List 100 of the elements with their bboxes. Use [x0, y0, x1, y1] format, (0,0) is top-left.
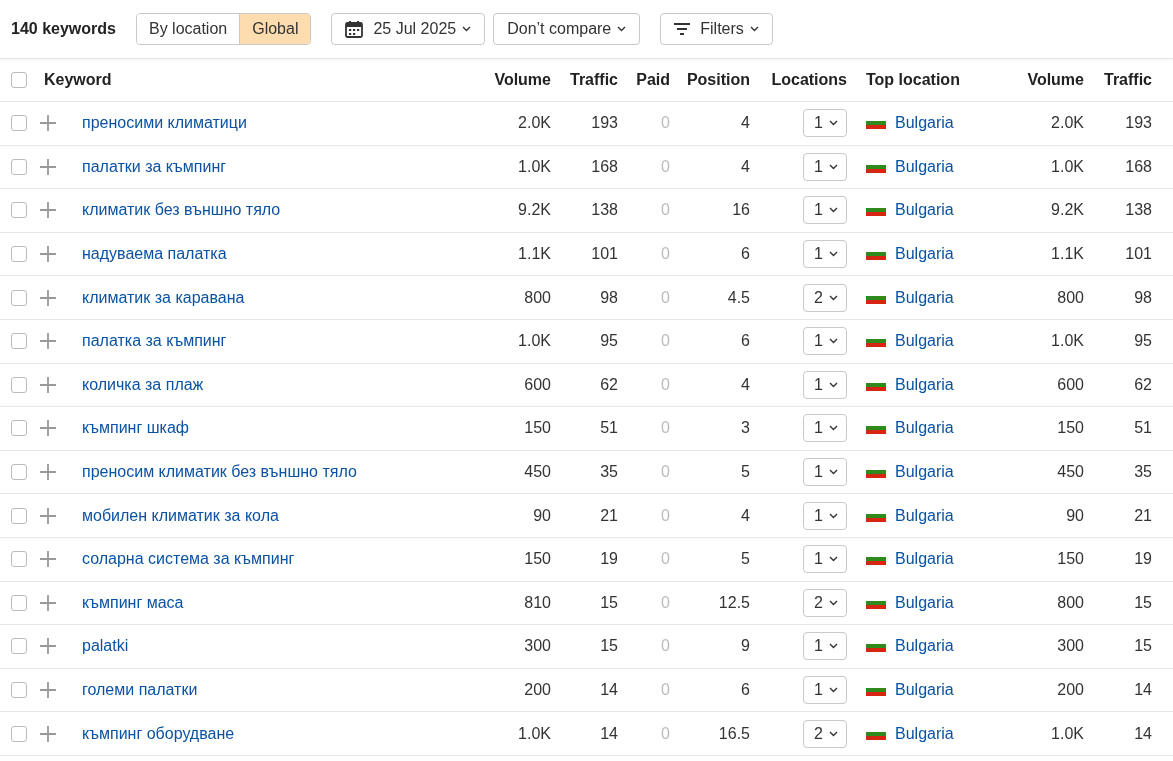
- table-cell-text: 14: [599, 681, 618, 699]
- date-picker[interactable]: 25 Jul 2025: [331, 13, 486, 45]
- locations-dropdown[interactable]: 2: [803, 283, 847, 312]
- chevron-icon: [829, 207, 838, 214]
- keyword-link[interactable]: надуваема палатка: [82, 245, 481, 264]
- country-link[interactable]: Bulgaria: [895, 593, 954, 612]
- row-checkbox[interactable]: [11, 420, 27, 437]
- keyword-link[interactable]: палатки за къмпинг: [82, 157, 481, 176]
- country-link[interactable]: Bulgaria: [895, 114, 954, 133]
- country-link[interactable]: Bulgaria: [895, 506, 954, 525]
- row-checkbox[interactable]: [11, 289, 27, 306]
- locations-dropdown[interactable]: 1: [803, 327, 847, 356]
- plus-icon[interactable]: [40, 725, 56, 742]
- column-header[interactable]: Position: [670, 71, 750, 89]
- country-link[interactable]: Bulgaria: [895, 724, 954, 743]
- locations-dropdown[interactable]: 1: [803, 109, 847, 138]
- plus-icon[interactable]: [40, 115, 56, 132]
- country-link[interactable]: Bulgaria: [895, 375, 954, 394]
- table-cell-text: 0: [660, 506, 670, 525]
- keyword-link[interactable]: големи палатки: [82, 681, 481, 699]
- country-link[interactable]: Bulgaria: [895, 550, 954, 569]
- locations-dropdown[interactable]: 1: [803, 240, 847, 269]
- plus-icon[interactable]: [40, 638, 56, 655]
- locations-dropdown[interactable]: 1: [803, 501, 847, 530]
- column-header[interactable]: Top location: [847, 71, 1011, 89]
- row-checkbox[interactable]: [11, 158, 27, 175]
- row-checkbox[interactable]: [11, 115, 27, 132]
- plus-icon[interactable]: [40, 594, 56, 611]
- country-link[interactable]: Bulgaria: [895, 157, 954, 176]
- row-checkbox[interactable]: [11, 376, 27, 393]
- row-checkbox[interactable]: [11, 464, 27, 481]
- row-checkbox[interactable]: [11, 333, 27, 350]
- keyword-link[interactable]: палатка за къмпинг: [82, 332, 481, 351]
- plus-icon[interactable]: [40, 202, 56, 219]
- plus-icon[interactable]: [40, 246, 56, 263]
- plus-icon[interactable]: [40, 420, 56, 437]
- row-checkbox[interactable]: [11, 638, 27, 655]
- country-link[interactable]: Bulgaria: [895, 332, 954, 351]
- table-cell-text: 150: [1056, 550, 1084, 569]
- row-checkbox[interactable]: [11, 202, 27, 219]
- country-link[interactable]: Bulgaria: [895, 681, 954, 699]
- filters-button[interactable]: Filters: [660, 13, 773, 45]
- keyword-link[interactable]: соларна система за къмпинг: [82, 550, 481, 569]
- locations-dropdown[interactable]: 1: [803, 545, 847, 574]
- keyword-link[interactable]: преносим климатик без външно тяло: [82, 463, 481, 482]
- chevron-icon: [829, 556, 838, 563]
- column-header[interactable]: Locations: [750, 71, 847, 89]
- row-checkbox[interactable]: [11, 246, 27, 263]
- plus-icon[interactable]: [40, 376, 56, 393]
- locations-dropdown[interactable]: 1: [803, 676, 847, 704]
- locations-dropdown[interactable]: 1: [803, 458, 847, 487]
- column-header[interactable]: Volume: [481, 71, 551, 89]
- row-checkbox[interactable]: [11, 551, 27, 568]
- keyword-link[interactable]: palatki: [82, 637, 481, 656]
- locations-dropdown[interactable]: 1: [803, 632, 847, 661]
- country-link[interactable]: Bulgaria: [895, 245, 954, 264]
- view-option[interactable]: Global: [239, 14, 311, 44]
- keyword-link[interactable]: климатик без външно тяло: [82, 201, 481, 220]
- column-header[interactable]: Keyword: [44, 71, 481, 89]
- plus-icon[interactable]: [40, 289, 56, 306]
- table-cell-text: 16.5: [717, 724, 750, 743]
- chevron-icon: [829, 294, 838, 301]
- keyword-link[interactable]: къмпинг шкаф: [82, 419, 481, 438]
- locations-dropdown[interactable]: 1: [803, 414, 847, 443]
- keyword-link[interactable]: преносими климатици: [82, 114, 481, 133]
- locations-dropdown[interactable]: 1: [803, 370, 847, 399]
- country-link[interactable]: Bulgaria: [895, 201, 954, 220]
- table-cell-text: 800: [1056, 593, 1084, 612]
- row-checkbox[interactable]: [11, 507, 27, 524]
- country-link[interactable]: Bulgaria: [895, 419, 954, 438]
- locations-dropdown[interactable]: 1: [803, 152, 847, 181]
- country-link[interactable]: Bulgaria: [895, 288, 954, 307]
- keyword-link[interactable]: мобилен климатик за кола: [82, 506, 481, 525]
- table-cell-text: 0: [660, 245, 670, 264]
- plus-icon[interactable]: [40, 507, 56, 524]
- row-checkbox[interactable]: [11, 682, 27, 698]
- column-header[interactable]: Paid: [618, 71, 670, 89]
- keyword-link[interactable]: количка за плаж: [82, 375, 481, 394]
- row-checkbox[interactable]: [11, 594, 27, 611]
- plus-icon[interactable]: [40, 464, 56, 481]
- plus-icon[interactable]: [40, 682, 56, 698]
- locations-dropdown[interactable]: 2: [803, 588, 847, 617]
- table-cell-text: 450: [1056, 463, 1084, 482]
- row-checkbox[interactable]: [11, 725, 27, 742]
- country-link[interactable]: Bulgaria: [895, 463, 954, 482]
- plus-icon[interactable]: [40, 158, 56, 175]
- keyword-link[interactable]: климатик за каравана: [82, 288, 481, 307]
- select-all-checkbox[interactable]: [11, 72, 27, 88]
- plus-icon[interactable]: [40, 333, 56, 350]
- keyword-link[interactable]: къмпинг маса: [82, 593, 481, 612]
- table-cell-text: 1.0K: [517, 332, 551, 351]
- locations-dropdown[interactable]: 2: [803, 719, 847, 748]
- column-header[interactable]: Traffic: [551, 71, 618, 89]
- country-link[interactable]: Bulgaria: [895, 637, 954, 656]
- column-header[interactable]: Traffic: [1084, 71, 1152, 89]
- column-header[interactable]: Volume: [1011, 71, 1084, 89]
- compare-dropdown[interactable]: Don’t compare: [493, 13, 641, 45]
- locations-dropdown[interactable]: 1: [803, 196, 847, 225]
- keyword-link[interactable]: къмпинг оборудване: [82, 724, 481, 743]
- plus-icon[interactable]: [40, 551, 56, 568]
